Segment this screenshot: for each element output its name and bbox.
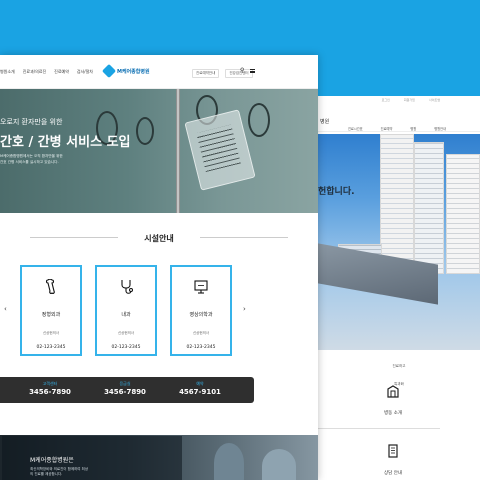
iv-hook-shape	[248, 103, 270, 137]
back-nav: 진료시간표 진료예약 병원 병원안내	[348, 126, 446, 131]
footer-banner: M케어종합병원은 최신의학장비와 의료진이 함께하여 최상의 진료를 제공합니다…	[0, 435, 318, 480]
department-name: 내과	[121, 312, 131, 318]
logo-text: M케어종합병원	[117, 68, 150, 75]
nav-item[interactable]: 검사/절차	[77, 69, 93, 75]
back-caption-text: 진료하고	[392, 364, 406, 368]
department-phone: 02-123-2345	[186, 345, 216, 350]
back-topbar-join[interactable]: 회원가입	[404, 98, 415, 108]
back-hero-tagline: 헌합니다.	[318, 187, 355, 197]
document-icon	[388, 444, 398, 458]
contact-number: 3456-7890	[104, 388, 146, 396]
search-icon[interactable]: ⚲	[240, 68, 246, 74]
department-doctor: 신상현의사	[192, 331, 210, 335]
hero-desc-line: 간호 간병 서비스를 실시하고 있습니다.	[0, 160, 59, 164]
iv-hook-shape	[136, 117, 154, 145]
back-topbar-login[interactable]: 로그인	[382, 98, 390, 108]
service-label: 상담 안내	[384, 471, 402, 476]
contact-label: 예약	[196, 381, 204, 386]
department-card[interactable]: 내과 신상현의사 02-123-2345	[95, 265, 157, 356]
monitor-icon	[194, 280, 208, 294]
util-link[interactable]: 진료예약안내	[192, 69, 220, 78]
footer-description: 최신의학장비와 의료진이 함께하여 최상의 진료를 제공합니다.	[30, 467, 89, 476]
hero-description: M케어종합병원에서는 오직 환자만을 위한 간호 간병 서비스를 실시하고 있습…	[0, 153, 90, 165]
contact-item[interactable]: 고객센터 3456-7890	[20, 381, 80, 396]
hero-subtitle: 오로지 환자만을 위한	[0, 118, 63, 126]
building-shape	[414, 142, 444, 274]
department-phone: 02-123-2345	[36, 345, 66, 350]
hero-banner: 오로지 환자만을 위한 간호 / 간병 서비스 도입 M케어종합병원에서는 오직…	[0, 89, 318, 213]
department-card[interactable]: 영상의학과 신상현의사 02-123-2345	[170, 265, 232, 356]
building-shape	[380, 134, 414, 274]
department-doctor: 신상현의사	[117, 331, 135, 335]
back-topbar: 로그인 회원가입 사이트맵	[318, 96, 480, 108]
carousel-prev-icon[interactable]: ‹	[4, 305, 7, 313]
contact-label: 응급실	[119, 381, 131, 386]
surgeon-figure-shape	[262, 449, 296, 480]
nav-item[interactable]: 병원소개	[0, 69, 15, 75]
building-shape	[446, 154, 480, 274]
footer-overlay	[2, 436, 182, 480]
site-header: 병원소개 진료과/의료진 진료예약 검사/절차 M케어종합병원 진료예약안내 건…	[0, 55, 318, 89]
contact-item[interactable]: 응급실 3456-7890	[95, 381, 155, 396]
menu-icon[interactable]	[250, 69, 255, 73]
site-logo[interactable]: M케어종합병원	[101, 63, 150, 79]
back-nav-item[interactable]: 진료예약	[381, 126, 393, 131]
section-title: 시설안내	[144, 234, 174, 243]
service-label: 병동 소개	[384, 411, 402, 416]
service-item[interactable]: 병동 소개	[368, 384, 418, 416]
contact-bar: 고객센터 3456-7890 응급실 3456-7890 예약 4567-910…	[0, 377, 254, 403]
stethoscope-icon	[121, 280, 133, 294]
footer-title: M케어종합병원은	[30, 457, 74, 464]
department-name: 정형외과	[41, 312, 61, 318]
surgeon-figure-shape	[214, 443, 244, 480]
department-doctor: 신상현의사	[42, 331, 60, 335]
divider	[318, 428, 440, 429]
back-nav-item[interactable]: 진료시간표	[348, 126, 363, 131]
back-hero-image: 헌합니다.	[318, 134, 480, 350]
back-section-caption: 진료하고	[318, 364, 480, 369]
divider	[200, 237, 288, 238]
contact-number: 3456-7890	[29, 388, 71, 396]
background-page-mockup: 로그인 회원가입 사이트맵 병원 진료시간표 진료예약 병원 병원안내 헌합니다…	[318, 96, 480, 480]
bone-icon	[45, 278, 55, 294]
contact-number: 4567-9101	[179, 388, 221, 396]
department-card[interactable]: 정형외과 신상현의사 02-123-2345	[20, 265, 82, 356]
util-link[interactable]: 건강검진센터	[225, 69, 253, 78]
contact-item[interactable]: 예약 4567-9101	[170, 381, 230, 396]
service-item[interactable]: 상담 안내	[368, 444, 418, 476]
building-icon	[387, 385, 399, 398]
back-topbar-sitemap[interactable]: 사이트맵	[429, 98, 440, 108]
carousel-next-icon[interactable]: ›	[243, 305, 246, 313]
contact-label: 고객센터	[42, 381, 58, 386]
department-phone: 02-123-2345	[111, 345, 141, 350]
main-nav: 병원소개 진료과/의료진 진료예약 검사/절차	[0, 69, 93, 75]
department-name: 영상의학과	[189, 312, 213, 318]
hero-title: 간호 / 간병 서비스 도입	[0, 135, 131, 150]
nav-item[interactable]: 진료예약	[54, 69, 69, 75]
nav-item[interactable]: 진료과/의료진	[23, 69, 46, 75]
iv-bag-shape	[184, 109, 256, 191]
back-logo-fragment[interactable]: 병원	[320, 118, 329, 125]
back-nav-item[interactable]: 병원	[410, 126, 416, 131]
logo-mark-icon	[101, 63, 117, 79]
front-page-mockup: 병원소개 진료과/의료진 진료예약 검사/절차 M케어종합병원 진료예약안내 건…	[0, 55, 318, 480]
iv-pole-shape	[176, 89, 180, 213]
back-nav-item[interactable]: 병원안내	[434, 126, 446, 131]
